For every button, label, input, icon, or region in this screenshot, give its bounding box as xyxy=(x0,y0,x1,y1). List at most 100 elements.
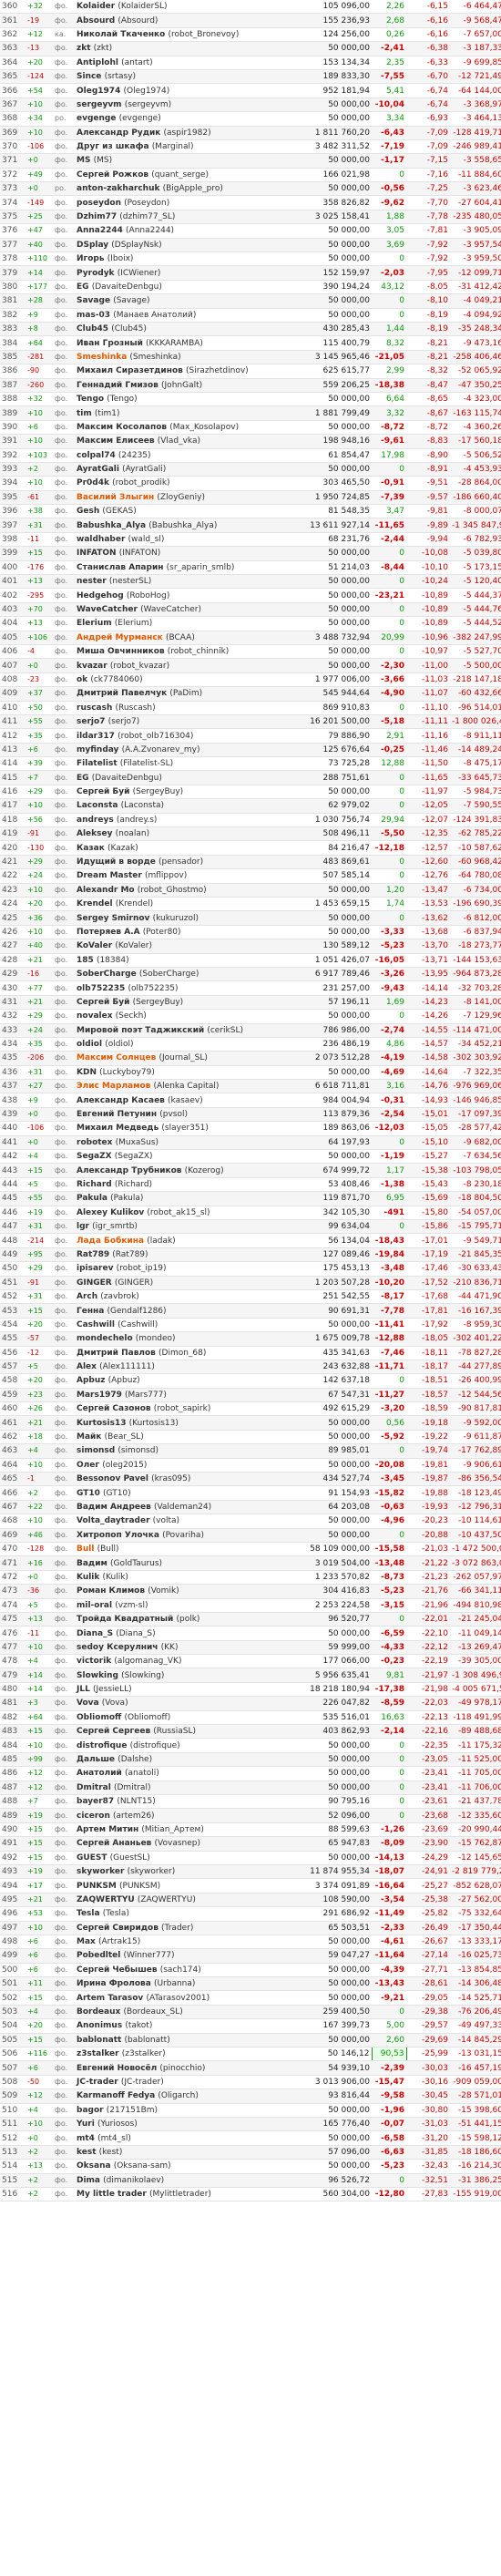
participant-name[interactable]: Bull xyxy=(77,1545,94,1554)
table-row[interactable]: 492 +15 фо. GUEST (GuestSL) 50 000,00 -14,13-… xyxy=(0,1851,501,1865)
participant-name[interactable]: Gesh xyxy=(77,507,99,516)
participant-cell[interactable]: Евгений Новосёл (pinocchio) xyxy=(75,2060,304,2076)
participant-cell[interactable]: Yuri (Yuriosos) xyxy=(75,2117,304,2132)
participant-name[interactable]: Mars1979 xyxy=(77,1391,122,1400)
table-row[interactable]: 420 -130 фо. Казак (Kazak) 84 216,47 -12,18 -1… xyxy=(0,840,501,856)
table-row[interactable]: 437 +27 фо. Элис Марламов (Alenka Capital) 6… xyxy=(0,1079,501,1094)
participant-cell[interactable]: EG (DavaiteDenbgu) xyxy=(75,280,304,295)
participant-name[interactable]: Dima xyxy=(77,2176,100,2185)
participant-cell[interactable]: Bordeaux (Bordeaux_SL) xyxy=(75,2005,304,2020)
participant-cell[interactable]: Сергей Буй (SergeyBuy) xyxy=(75,785,304,800)
participant-cell[interactable]: Filatelist (Filatelist-SL) xyxy=(75,756,304,772)
table-row[interactable]: 516 +2 фо. My little trader (Mylittletrader… xyxy=(0,2187,501,2202)
participant-cell[interactable]: Elerium (Elerium) xyxy=(75,616,304,631)
table-row[interactable]: 436 +31 фо. KDN (Luckyboy79) 50 000,00 -4,69-… xyxy=(0,1065,501,1081)
participant-name[interactable]: Babushka_Alya xyxy=(77,521,146,530)
participant-cell[interactable]: Obliomoff (Obliomoff) xyxy=(75,1710,304,1726)
participant-cell[interactable]: SoberCharge (SoberCharge) xyxy=(75,967,304,982)
participant-name[interactable]: ZAQWERTYU xyxy=(77,1895,135,1904)
table-row[interactable]: 426 +10 фо. Потеряев А.А (Poter80) 50 000,00… xyxy=(0,925,501,940)
participant-name[interactable]: Bessonov Pavel xyxy=(77,1474,148,1483)
participant-cell[interactable]: Вадим (GoldTaurus) xyxy=(75,1555,304,1571)
participant-name[interactable]: MS xyxy=(77,156,90,165)
participant-cell[interactable]: Rat789 (Rat789) xyxy=(75,1247,304,1263)
table-row[interactable]: 451 -91 фо. GINGER (GINGER) 1 203 507,28 -10,… xyxy=(0,1276,501,1290)
table-row[interactable]: 515 +2 фо. Dima (dimanikolaev) 96 526,72 0 -32… xyxy=(0,2173,501,2188)
table-row[interactable]: 385 -281 фо. Smeshinka (Smeshinka) 3 145 965… xyxy=(0,350,501,365)
participant-name[interactable]: andreys xyxy=(77,816,114,825)
participant-name[interactable]: mondechelo xyxy=(77,1334,133,1343)
table-row[interactable]: 448 -214 фо. Лада Бобкина (ladak) 56 134,04-… xyxy=(0,1233,501,1248)
participant-cell[interactable]: GUEST (GuestSL) xyxy=(75,1851,304,1865)
participant-cell[interactable]: bablonatt (bablonatt) xyxy=(75,2033,304,2048)
participant-name[interactable]: Oleg1974 xyxy=(77,87,120,96)
participant-name[interactable]: Smeshinka xyxy=(77,353,127,362)
table-row[interactable]: 482 +64 фо. Obliomoff (Obliomoff) 535 516,01… xyxy=(0,1710,501,1726)
table-row[interactable]: 500 +6 фо. Сергей Чебышев (sach174) 50 000,0… xyxy=(0,1963,501,1978)
participant-cell[interactable]: colpal74 (24235) xyxy=(75,448,304,463)
participant-cell[interactable]: Alexey Kulikov (robot_ak15_sl) xyxy=(75,1206,304,1220)
table-row[interactable]: 462 +18 фо. Майк (Bear_SL) 50 000,00 -5,92 -19… xyxy=(0,1430,501,1445)
table-row[interactable]: 374 -149 фо. poseydon (Poseydon) 358 826,82-… xyxy=(0,195,501,210)
table-row[interactable]: 398 -11 фо. waldhaber (wald_sl) 68 231,76 -2,… xyxy=(0,532,501,548)
table-row[interactable]: 425 +36 фо. Sergey Smirnov (kukuruzol) 50 00… xyxy=(0,910,501,926)
participant-name[interactable]: bablonatt xyxy=(77,2036,121,2045)
participant-cell[interactable]: Savage (Savage) xyxy=(75,293,304,309)
table-row[interactable]: 434 +35 фо. oldiol (oldiol) 236 486,19 4,86 -1… xyxy=(0,1037,501,1052)
participant-cell[interactable]: serjo7 (serjo7) xyxy=(75,714,304,730)
table-row[interactable]: 371 +0 фо. MS (MS) 50 000,00 -1,17 -7,15 -3 558… xyxy=(0,153,501,169)
participant-cell[interactable]: Евгений Петунин (pvsol) xyxy=(75,1107,304,1123)
table-row[interactable]: 438 +9 фо. Александр Касаев (kasaev) 984 004… xyxy=(0,1093,501,1108)
table-row[interactable]: 480 +14 фо. JLL (JessieLL) 18 218 180,94 -17,… xyxy=(0,1682,501,1698)
table-row[interactable]: 428 +21 фо. 185 (18384) 1 051 426,07 -16,05 -1… xyxy=(0,953,501,968)
participant-cell[interactable]: Pr0d4k (robot_prodik) xyxy=(75,476,304,491)
participant-cell[interactable]: mil-oral (vzm-sl) xyxy=(75,1598,304,1613)
participant-cell[interactable]: bagor (217151Bm) xyxy=(75,2103,304,2118)
participant-name[interactable]: Хитропоп Улочка xyxy=(77,1531,159,1540)
participant-cell[interactable]: Идущий в ворде (pensador) xyxy=(75,855,304,870)
participant-name[interactable]: Max xyxy=(77,1937,96,1946)
participant-name[interactable]: My little trader xyxy=(77,2190,147,2199)
participant-name[interactable]: Михаил Сиразетдинов xyxy=(77,366,183,375)
table-row[interactable]: 481 +3 фо. Vova (Vova) 226 047,82 -8,59 -22,03… xyxy=(0,1696,501,1711)
participant-cell[interactable]: Artem Tarasov (ATarasov2001) xyxy=(75,1990,304,2006)
table-row[interactable]: 501 +11 фо. Ирина Фролова (Urbanna) 50 000,0… xyxy=(0,1976,501,1992)
participant-name[interactable]: JLL xyxy=(77,1685,90,1694)
participant-cell[interactable]: Mars1979 (Mars777) xyxy=(75,1388,304,1403)
participant-name[interactable]: robotex xyxy=(77,1138,112,1147)
table-row[interactable]: 413 +6 фо. myfinday (A.A.Zvonarev_my) 125 67… xyxy=(0,743,501,758)
participant-cell[interactable]: Oleg1974 (Oleg1974) xyxy=(75,83,304,98)
participant-name[interactable]: Apbuz xyxy=(77,1376,106,1385)
table-row[interactable]: 373 +0 ро. anton-zakharchuk (BigApple_pro) 5… xyxy=(0,181,501,197)
table-row[interactable]: 379 +14 фо. Pyrodyk (ICWiener) 152 159,97 -2,… xyxy=(0,265,501,281)
participant-name[interactable]: Alexandr Mo xyxy=(77,886,135,895)
participant-cell[interactable]: Dima (dimanikolaev) xyxy=(75,2173,304,2188)
participant-name[interactable]: Bordeaux xyxy=(77,2007,120,2017)
participant-name[interactable]: KoValer xyxy=(77,941,112,950)
participant-cell[interactable]: Мировой поэт Таджикский (cerikSL) xyxy=(75,1023,304,1038)
participant-cell[interactable]: Vova (Vova) xyxy=(75,1696,304,1711)
table-row[interactable]: 487 +12 фо. Dmitral (Dmitral) 50 000,00 0 -23,… xyxy=(0,1781,501,1796)
participant-name[interactable]: Pakula xyxy=(77,1194,107,1203)
table-row[interactable]: 510 +4 фо. bagor (217151Bm) 50 000,00 -1,96 -3… xyxy=(0,2103,501,2118)
table-row[interactable]: 430 +77 фо. olb752235 (olb752235) 231 257,00… xyxy=(0,980,501,996)
participant-name[interactable]: EG xyxy=(77,774,89,783)
participant-cell[interactable]: Ирина Фролова (Urbanna) xyxy=(75,1976,304,1992)
table-row[interactable]: 429 -16 фо. SoberCharge (SoberCharge) 6 917 … xyxy=(0,967,501,982)
participant-name[interactable]: Дмитрий Павелчук xyxy=(77,689,167,698)
participant-name[interactable]: WaveCatcher xyxy=(77,605,138,614)
participant-name[interactable]: Yuri xyxy=(77,2119,95,2129)
participant-cell[interactable]: Dmitral (Dmitral) xyxy=(75,1781,304,1796)
participant-cell[interactable]: Anna2244 (Anna2244) xyxy=(75,223,304,239)
participant-name[interactable]: waldhaber xyxy=(77,535,125,544)
participant-cell[interactable]: mas-03 (Манаев Анатолий) xyxy=(75,308,304,323)
participant-name[interactable]: Сергей Сазонов xyxy=(77,1404,151,1413)
table-row[interactable]: 381 +28 фо. Savage (Savage) 50 000,00 0 -8,10-… xyxy=(0,293,501,309)
participant-name[interactable]: JC-trader xyxy=(77,2078,118,2087)
participant-name[interactable]: serjo7 xyxy=(77,717,105,726)
participant-cell[interactable]: nester (nesterSL) xyxy=(75,574,304,590)
table-row[interactable]: 478 +4 фо. victorik (algomanag_VK) 177 066,0… xyxy=(0,1654,501,1669)
participant-name[interactable]: Генна xyxy=(77,1307,104,1316)
participant-cell[interactable]: andreys (andrey.s) xyxy=(75,813,304,828)
participant-name[interactable]: Сергей Свиридов xyxy=(77,1924,158,1933)
